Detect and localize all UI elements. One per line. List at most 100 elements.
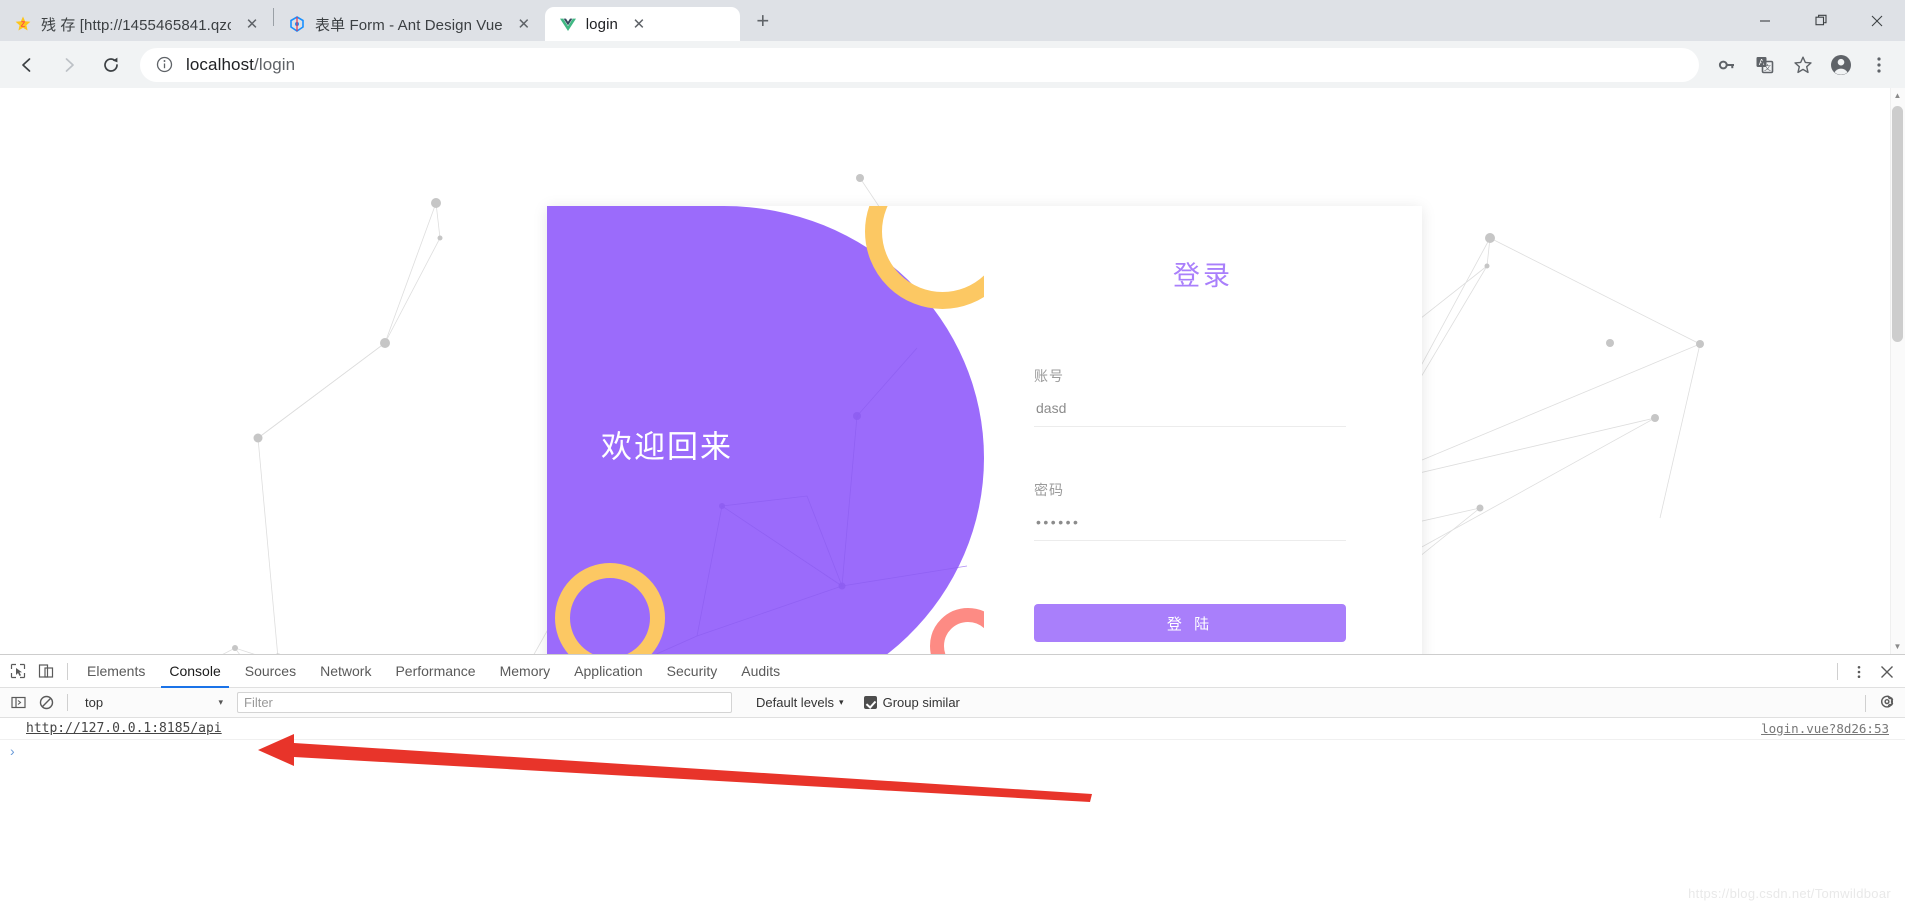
devtools-header-divider [67, 662, 68, 680]
page-scrollbar[interactable]: ▲ ▼ [1890, 88, 1905, 654]
console-output: http://127.0.0.1:8185/api login.vue?8d26… [0, 718, 1905, 907]
tab-sources-label: Sources [244, 663, 297, 679]
close-button[interactable] [1849, 0, 1905, 41]
tab-network-label: Network [320, 663, 372, 679]
page-viewport: 欢迎回来 党员管理系统 登录 账号 密码 •••••• 登 陆 [0, 88, 1905, 654]
panel-welcome-text: 欢迎回来 [601, 429, 733, 465]
console-filter-input[interactable] [237, 692, 732, 713]
scrollbar-up-arrow[interactable]: ▲ [1890, 88, 1905, 103]
tab-strip: Z 残 存 [http://1455465841.qzon ✕ 表单 Form … [0, 0, 1905, 41]
filterbar-right [1858, 688, 1901, 718]
tab-audits[interactable]: Audits [729, 655, 792, 688]
reload-button[interactable] [92, 46, 130, 84]
browser-tab-2-title: 表单 Form - Ant Design Vue [315, 16, 503, 34]
devtools-tabs: Elements Console Sources Network Perform… [75, 655, 792, 688]
password-input[interactable]: •••••• [1034, 514, 1346, 541]
devtools-close-icon[interactable] [1873, 659, 1901, 685]
url-path: /login [254, 54, 296, 74]
toolbar-icons: A 文 [1707, 47, 1897, 83]
tab-network[interactable]: Network [308, 655, 383, 688]
filterbar-divider [67, 694, 68, 711]
tab-elements-label: Elements [87, 663, 146, 679]
console-entry[interactable]: http://127.0.0.1:8185/api login.vue?8d26… [0, 718, 1905, 740]
svg-text:文: 文 [1764, 63, 1771, 72]
devtools-more-icon[interactable] [1845, 659, 1873, 685]
inspect-element-icon[interactable] [4, 658, 32, 684]
devtools-panel: Elements Console Sources Network Perform… [0, 654, 1905, 907]
devtools-header-right [1830, 655, 1901, 688]
filterbar-right-divider [1865, 694, 1866, 712]
login-card: 欢迎回来 党员管理系统 登录 账号 密码 •••••• 登 陆 [547, 206, 1422, 654]
antdv-icon [288, 15, 306, 33]
browser-tab-3-title: login [585, 15, 618, 33]
tab-memory-label: Memory [499, 663, 551, 679]
minimize-button[interactable] [1737, 0, 1793, 41]
window-controls [1737, 0, 1905, 41]
devtools-right-divider [1837, 663, 1838, 680]
chevron-down-icon: ▾ [218, 697, 223, 707]
login-submit-button[interactable]: 登 陆 [1034, 604, 1346, 642]
chrome-menu-icon[interactable] [1861, 47, 1897, 83]
browser-tab-1-title: 残 存 [http://1455465841.qzon [41, 16, 231, 34]
browser-toolbar: localhost/login A 文 [0, 41, 1905, 88]
password-key-icon[interactable] [1709, 47, 1745, 83]
console-prompt[interactable]: › [0, 740, 1905, 762]
tab-memory[interactable]: Memory [488, 655, 563, 688]
scrollbar-thumb[interactable] [1892, 106, 1903, 342]
clear-console-icon[interactable] [32, 690, 60, 716]
watermark: https://blog.csdn.net/Tomwildboar [1688, 886, 1891, 901]
group-similar-checkbox[interactable] [863, 696, 877, 709]
tab-console-label: Console [169, 663, 221, 679]
login-form-panel: 登录 账号 密码 •••••• 登 陆 [984, 206, 1422, 654]
url-host: localhost [186, 54, 254, 74]
password-field-label: 密码 [1034, 482, 1064, 498]
console-filter-bar: top ▾ Default levels ▾ Group similar [0, 688, 1905, 718]
tab-application[interactable]: Application [562, 655, 655, 688]
browser-window: Z 残 存 [http://1455465841.qzon ✕ 表单 Form … [0, 0, 1905, 907]
bookmark-star-icon[interactable] [1785, 47, 1821, 83]
console-context-select[interactable]: top ▾ [77, 692, 227, 713]
devtools-header: Elements Console Sources Network Perform… [0, 655, 1905, 688]
login-promo-panel: 欢迎回来 党员管理系统 [547, 206, 984, 654]
info-circle-icon[interactable] [154, 55, 174, 75]
tab-console[interactable]: Console [157, 655, 232, 688]
back-button[interactable] [8, 46, 46, 84]
console-sidebar-icon[interactable] [4, 690, 32, 716]
device-toolbar-icon[interactable] [32, 658, 60, 684]
console-levels-select[interactable]: Default levels ▾ [756, 695, 844, 710]
settings-gear-icon[interactable] [1873, 690, 1901, 716]
tab-application-label: Application [574, 663, 643, 679]
tab-sources[interactable]: Sources [233, 655, 308, 688]
browser-tab-3[interactable]: login ✕ [544, 7, 740, 41]
console-entry-source[interactable]: login.vue?8d26:53 [1761, 721, 1889, 736]
browser-tab-1-close-icon[interactable]: ✕ [241, 13, 263, 35]
address-bar[interactable]: localhost/login [140, 47, 1699, 82]
login-form-title: 登录 [1173, 261, 1233, 291]
tab-security-label: Security [666, 663, 718, 679]
browser-tab-3-close-icon[interactable]: ✕ [628, 13, 650, 35]
levels-chevron-down-icon: ▾ [839, 697, 844, 707]
forward-button[interactable] [50, 46, 88, 84]
tab-security[interactable]: Security [655, 655, 730, 688]
restore-button[interactable] [1793, 0, 1849, 41]
address-bar-url: localhost/login [186, 55, 295, 75]
browser-tab-1[interactable]: Z 残 存 [http://1455465841.qzon ✕ [0, 7, 273, 41]
new-tab-button[interactable]: + [746, 4, 780, 38]
account-input[interactable] [1034, 400, 1346, 427]
scrollbar-down-arrow[interactable]: ▼ [1890, 639, 1905, 654]
group-similar-label: Group similar [882, 695, 960, 710]
console-levels-label: Default levels [756, 695, 835, 710]
password-field-group: 密码 •••••• [1034, 480, 1346, 541]
console-entry-message[interactable]: http://127.0.0.1:8185/api [26, 721, 222, 736]
svg-text:Z: Z [21, 22, 26, 29]
browser-tab-2[interactable]: 表单 Form - Ant Design Vue ✕ [274, 7, 545, 41]
console-context-value: top [85, 695, 104, 710]
tab-elements[interactable]: Elements [75, 655, 157, 688]
profile-avatar-icon[interactable] [1823, 47, 1859, 83]
tab-performance[interactable]: Performance [383, 655, 487, 688]
vue-icon [559, 15, 577, 33]
group-similar-toggle[interactable]: Group similar [863, 695, 960, 710]
browser-tab-2-close-icon[interactable]: ✕ [513, 13, 535, 35]
qzone-star-icon: Z [14, 15, 32, 33]
translate-icon[interactable]: A 文 [1747, 47, 1783, 83]
